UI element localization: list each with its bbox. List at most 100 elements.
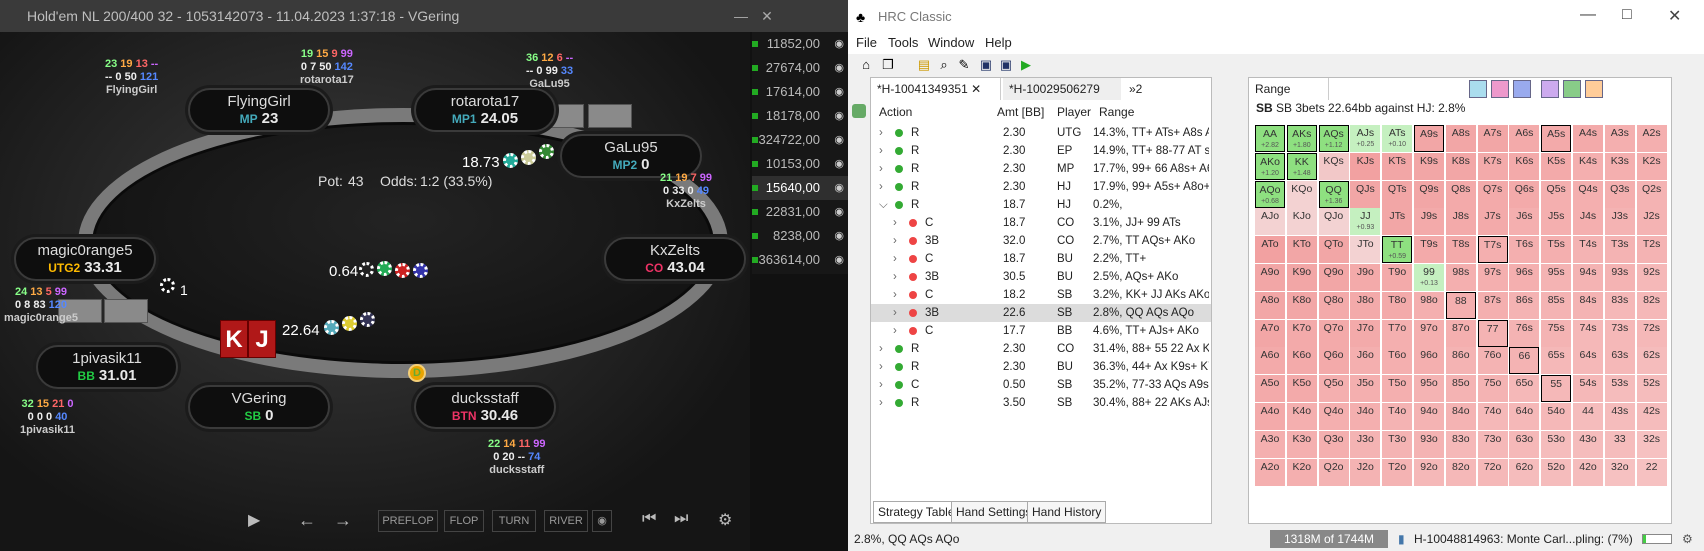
range-cell[interactable]: 54o	[1541, 403, 1572, 430]
player-plate[interactable]: VGering SB 0	[188, 385, 330, 429]
strategy-row[interactable]: › R 2.30 BU 36.3%, 44+ Ax K9s+ K7s	[871, 358, 1211, 376]
expand-chevron-icon[interactable]: ›	[879, 142, 883, 160]
grid-icon[interactable]	[1585, 80, 1603, 98]
range-cell[interactable]: J6s	[1509, 208, 1540, 236]
range-cell[interactable]: Q8o	[1318, 291, 1349, 319]
range-cell[interactable]: J3s	[1604, 208, 1635, 236]
range-cell[interactable]: 74o	[1477, 403, 1508, 430]
range-cell[interactable]: 82o	[1445, 458, 1476, 486]
range-cell[interactable]: 83s	[1604, 291, 1635, 319]
range-cell[interactable]: A4s	[1573, 125, 1603, 152]
home-icon[interactable]: ⌂	[858, 57, 874, 73]
run-icon[interactable]: ▶	[1018, 57, 1034, 73]
range-cell[interactable]: 33	[1604, 430, 1635, 458]
stack-row[interactable]: 363614,00 ◉	[752, 248, 848, 272]
range-cell[interactable]: K8o	[1286, 291, 1317, 319]
range-cell[interactable]: T7o	[1382, 319, 1413, 347]
strategy-row[interactable]: › R 3.50 SB 30.4%, 88+ 22 AKs AJs-A	[871, 394, 1211, 412]
range-cell[interactable]: 83o	[1445, 430, 1476, 458]
range-cell[interactable]: A2o	[1255, 458, 1285, 486]
range-cell[interactable]: ATs +0.10	[1382, 125, 1413, 152]
range-cell[interactable]: Q3s	[1604, 180, 1635, 208]
range-cell[interactable]: J4s	[1573, 208, 1603, 236]
range-cell[interactable]: T6s	[1509, 236, 1540, 264]
range-cell[interactable]: 99 +0.13	[1414, 264, 1444, 291]
strategy-row[interactable]: › 3B 30.5 BU 2.5%, AQs+ AKo	[871, 268, 1211, 286]
range-cell[interactable]: 52s	[1636, 375, 1667, 403]
stack-row[interactable]: 17614,00 ◉	[752, 80, 848, 104]
expand-chevron-icon[interactable]: ›	[879, 394, 883, 412]
stack-row[interactable]: 22831,00 ◉	[752, 200, 848, 224]
strategy-row[interactable]: › C 18.2 SB 3.2%, KK+ JJ AKs AKo	[871, 286, 1211, 304]
range-cell[interactable]: K7o	[1286, 319, 1317, 347]
eye-icon[interactable]: ◉	[834, 248, 844, 272]
range-cell[interactable]: 44	[1573, 403, 1603, 430]
range-cell[interactable]: ATo	[1255, 236, 1285, 264]
stack-row[interactable]: 11852,00 ◉	[752, 32, 848, 56]
range-cell[interactable]: 62o	[1509, 458, 1540, 486]
range-cell[interactable]: K8s	[1445, 152, 1476, 180]
strategy-row[interactable]: › R 2.30 EP 14.9%, TT+ 88-77 AT s+ A6	[871, 142, 1211, 160]
range-cell[interactable]: 75o	[1477, 375, 1508, 403]
range-cell[interactable]: 43o	[1573, 430, 1603, 458]
range-cell[interactable]: 93o	[1414, 430, 1444, 458]
range-cell[interactable]: 85o	[1445, 375, 1476, 403]
minimize-icon[interactable]: —	[728, 0, 754, 32]
strategy-row[interactable]: › 3B 22.6 SB 2.8%, QQ AQs AQo	[871, 304, 1211, 322]
range-cell[interactable]: A9o	[1255, 264, 1285, 291]
expand-chevron-icon[interactable]: ›	[893, 286, 897, 304]
range-cell[interactable]: 93s	[1604, 264, 1635, 291]
range-cell[interactable]: T4s	[1573, 236, 1603, 264]
minimize-icon[interactable]: —	[1580, 6, 1596, 24]
expand-chevron-icon[interactable]: ›	[879, 160, 883, 178]
expand-chevron-icon[interactable]: ›	[879, 124, 883, 142]
range-cell[interactable]: 85s	[1541, 291, 1572, 319]
range-cell[interactable]: 97o	[1414, 319, 1444, 347]
range-cell[interactable]: Q9s	[1414, 180, 1444, 208]
range-cell[interactable]: Q2o	[1318, 458, 1349, 486]
range-cell[interactable]: 62s	[1636, 347, 1667, 375]
range-cell[interactable]: A8o	[1255, 291, 1285, 319]
range-cell[interactable]: 66	[1509, 347, 1540, 375]
range-cell[interactable]: KJo	[1286, 208, 1317, 236]
range-cell[interactable]: 95s	[1541, 264, 1572, 291]
prev-arrow-icon[interactable]: ←	[298, 510, 316, 531]
range-cell[interactable]: A5o	[1255, 375, 1285, 403]
range-cell[interactable]: KJs	[1350, 152, 1381, 180]
expand-chevron-icon[interactable]: ⌵	[879, 196, 888, 214]
menu-file[interactable]: File	[856, 35, 877, 50]
range-cell[interactable]: 97s	[1477, 264, 1508, 291]
range-cell[interactable]: 32s	[1636, 430, 1667, 458]
range-cell[interactable]: 82s	[1636, 291, 1667, 319]
range-cell[interactable]: K2s	[1636, 152, 1667, 180]
expand-chevron-icon[interactable]: ›	[879, 358, 883, 376]
side-nav-icon[interactable]	[852, 104, 866, 118]
range-cell[interactable]: J5s	[1541, 208, 1572, 236]
range-cell[interactable]: KK +1.48	[1286, 152, 1317, 180]
range-cell[interactable]: AKs +1.80	[1286, 125, 1317, 152]
stack-row[interactable]: 15640,00 ◉	[752, 176, 848, 200]
range-cell[interactable]: 72s	[1636, 319, 1667, 347]
range-cell[interactable]: AJs +0.25	[1350, 125, 1381, 152]
range-cell[interactable]: A8s	[1445, 125, 1476, 152]
range-cell[interactable]: J2s	[1636, 208, 1667, 236]
range-cell[interactable]: A4o	[1255, 403, 1285, 430]
range-cell[interactable]: J8o	[1350, 291, 1381, 319]
range-cell[interactable]: J7o	[1350, 319, 1381, 347]
range-cell[interactable]: QTo	[1318, 236, 1349, 264]
search-icon[interactable]: ⌕	[936, 57, 952, 73]
preflop-button[interactable]: PREFLOP	[378, 510, 438, 532]
range-cell[interactable]: 74s	[1573, 319, 1603, 347]
settings-icon[interactable]: ⚙	[1682, 527, 1693, 551]
tab-hand-history[interactable]: Hand History	[1027, 501, 1107, 523]
skip-end-icon[interactable]: ⏭	[674, 510, 688, 528]
eye-icon[interactable]: ◉	[834, 200, 844, 224]
range-cell[interactable]: TT +0.59	[1382, 236, 1413, 264]
range-cell[interactable]: 94s	[1573, 264, 1603, 291]
eye-icon[interactable]: ◉	[834, 80, 844, 104]
range-cell[interactable]: Q4s	[1573, 180, 1603, 208]
range-cell[interactable]: 95o	[1414, 375, 1444, 403]
range-cell[interactable]: 42o	[1573, 458, 1603, 486]
range-cell[interactable]: 98o	[1414, 291, 1444, 319]
stack-row[interactable]: 324722,00 ◉	[752, 128, 848, 152]
